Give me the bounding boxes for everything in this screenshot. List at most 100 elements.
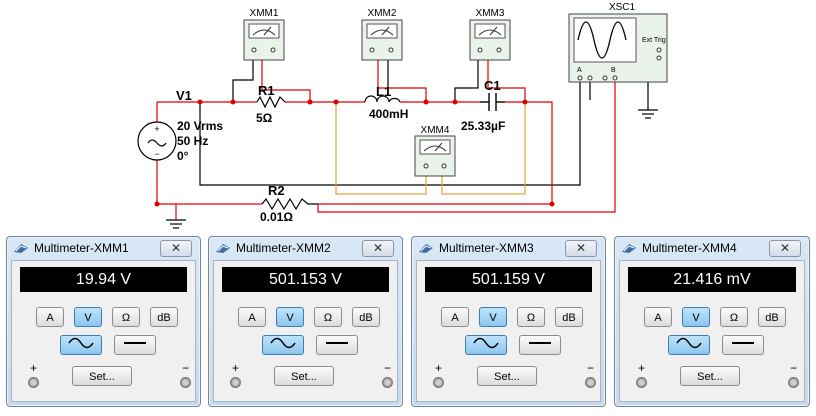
scope-b-label: B (611, 67, 616, 74)
close-button[interactable]: ✕ (160, 240, 192, 257)
xmm2-instrument-icon[interactable] (361, 19, 403, 61)
v1-voltage: 20 Vrms (177, 119, 223, 133)
sine-wave-icon (676, 337, 702, 349)
close-button[interactable]: ✕ (362, 240, 394, 257)
window-title: Multimeter-XMM1 (34, 241, 129, 255)
ammeter-mode-button[interactable]: A (36, 307, 64, 327)
decibel-mode-button[interactable]: dB (150, 307, 178, 327)
minus-terminal-label: − (790, 361, 798, 375)
meter-body: 501.153 V A V Ω dB Set... + − (213, 260, 398, 402)
dc-line-icon (529, 342, 551, 344)
voltmeter-mode-button[interactable]: V (479, 307, 507, 327)
decibel-mode-button[interactable]: dB (555, 307, 583, 327)
r1-resistor-symbol[interactable] (256, 95, 286, 109)
ac-signal-button[interactable] (465, 335, 507, 355)
minus-terminal[interactable] (382, 377, 393, 388)
plus-terminal-label: + (638, 361, 646, 375)
dc-signal-button[interactable] (316, 335, 358, 355)
l1-name: L1 (376, 84, 391, 99)
sine-wave-icon (270, 337, 296, 349)
ac-signal-button[interactable] (668, 335, 710, 355)
ac-signal-button[interactable] (60, 335, 102, 355)
multimeter-xmm2-window[interactable]: Multimeter-XMM2 ✕ 501.153 V A V Ω dB Set… (208, 236, 403, 407)
scope-ground-icon (638, 109, 658, 119)
multimeter-app-icon (622, 244, 636, 253)
settings-button[interactable]: Set... (274, 366, 334, 386)
settings-button[interactable]: Set... (72, 366, 132, 386)
ammeter-mode-button[interactable]: A (238, 307, 266, 327)
reading-display: 501.159 V (425, 267, 592, 292)
window-title: Multimeter-XMM4 (642, 241, 737, 255)
multimeter-xmm3-window[interactable]: Multimeter-XMM3 ✕ 501.159 V A V Ω dB Set… (411, 236, 606, 407)
plus-terminal[interactable] (28, 377, 39, 388)
svg-text:+: + (154, 124, 159, 134)
settings-button[interactable]: Set... (477, 366, 537, 386)
dc-line-icon (124, 342, 146, 344)
plus-terminal-label: + (30, 361, 38, 375)
meter-body: 21.416 mV A V Ω dB Set... + − (619, 260, 805, 402)
dc-line-icon (326, 342, 348, 344)
xmm1-instrument-icon[interactable] (243, 19, 285, 61)
ohmmeter-mode-button[interactable]: Ω (112, 307, 140, 327)
ohmmeter-mode-button[interactable]: Ω (517, 307, 545, 327)
v1-frequency: 50 Hz (177, 134, 208, 148)
circuit-schematic: + − XMM1 XMM2 XMM3 XMM4 XSC1 Ext Trig A … (137, 2, 668, 229)
xsc1-oscilloscope-icon[interactable] (568, 13, 668, 83)
minus-terminal-label: − (587, 361, 595, 375)
ammeter-mode-button[interactable]: A (441, 307, 469, 327)
meter-body: 19.94 V A V Ω dB Set... + − (11, 260, 196, 402)
c1-capacitor-symbol[interactable] (480, 93, 505, 111)
multimeter-app-icon (419, 244, 433, 253)
sine-wave-icon (473, 337, 499, 349)
window-title: Multimeter-XMM3 (439, 241, 534, 255)
close-button[interactable]: ✕ (769, 240, 801, 257)
xmm2-label: XMM2 (368, 8, 397, 19)
settings-button[interactable]: Set... (680, 366, 740, 386)
minus-terminal-label: − (182, 361, 190, 375)
reading-display: 501.153 V (222, 267, 389, 292)
multimeter-xmm1-window[interactable]: Multimeter-XMM1 ✕ 19.94 V A V Ω dB Set..… (6, 236, 201, 407)
scope-a-label: A (577, 67, 582, 74)
decibel-mode-button[interactable]: dB (758, 307, 786, 327)
multimeter-xmm4-window[interactable]: Multimeter-XMM4 ✕ 21.416 mV A V Ω dB Set… (614, 236, 810, 407)
xmm3-instrument-icon[interactable] (469, 19, 511, 61)
plus-terminal[interactable] (433, 377, 444, 388)
minus-terminal[interactable] (585, 377, 596, 388)
voltmeter-mode-button[interactable]: V (74, 307, 102, 327)
multimeter-app-icon (14, 244, 28, 253)
plus-terminal[interactable] (636, 377, 647, 388)
r2-resistor-symbol[interactable] (261, 197, 318, 211)
multimeter-app-icon (216, 244, 230, 253)
minus-terminal[interactable] (180, 377, 191, 388)
v1-name: V1 (176, 88, 192, 103)
dc-line-icon (732, 342, 754, 344)
minus-terminal[interactable] (788, 377, 799, 388)
xmm1-label: XMM1 (250, 8, 279, 19)
meter-body: 501.159 V A V Ω dB Set... + − (416, 260, 601, 402)
ammeter-mode-button[interactable]: A (644, 307, 672, 327)
plus-terminal[interactable] (230, 377, 241, 388)
v1-phase: 0° (177, 149, 189, 163)
voltmeter-mode-button[interactable]: V (276, 307, 304, 327)
close-button[interactable]: ✕ (565, 240, 597, 257)
v1-source-symbol[interactable]: + − (137, 121, 177, 161)
ohmmeter-mode-button[interactable]: Ω (314, 307, 342, 327)
svg-text:−: − (154, 149, 159, 159)
ground-icon (166, 219, 186, 229)
l1-value: 400mH (369, 107, 408, 121)
dc-signal-button[interactable] (519, 335, 561, 355)
junction-dots (154, 99, 555, 207)
c1-value: 25.33µF (461, 119, 505, 133)
xmm4-instrument-icon[interactable] (414, 135, 456, 177)
reading-display: 19.94 V (20, 267, 187, 292)
decibel-mode-button[interactable]: dB (352, 307, 380, 327)
plus-terminal-label: + (435, 361, 443, 375)
plus-terminal-label: + (232, 361, 240, 375)
dc-signal-button[interactable] (722, 335, 764, 355)
voltmeter-mode-button[interactable]: V (682, 307, 710, 327)
ac-signal-button[interactable] (262, 335, 304, 355)
xsc1-label: XSC1 (609, 2, 636, 13)
dc-signal-button[interactable] (114, 335, 156, 355)
ohmmeter-mode-button[interactable]: Ω (720, 307, 748, 327)
xmm4-label: XMM4 (421, 125, 450, 136)
